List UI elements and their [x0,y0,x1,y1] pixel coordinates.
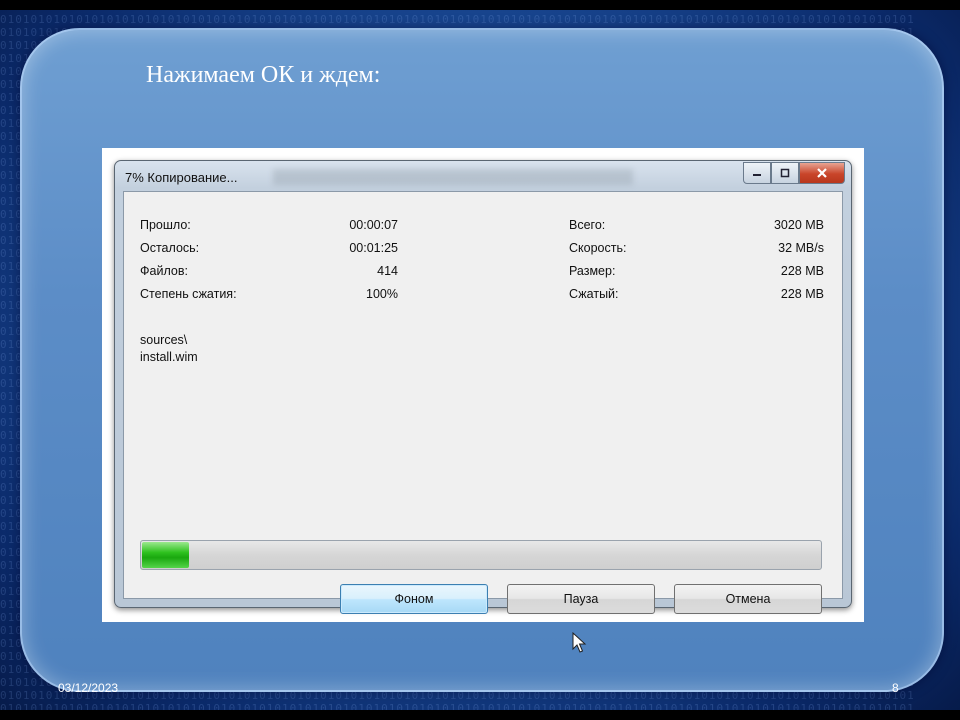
stat-remaining-label: Осталось: [140,241,200,255]
stat-remaining-value: 00:01:25 [349,241,398,255]
stat-files-label: Файлов: [140,264,188,278]
cancel-button[interactable]: Отмена [674,584,822,614]
background-button[interactable]: Фоном [340,584,488,614]
close-icon [817,168,827,178]
screenshot-frame: 7% Копирование... Прошло: 00:00:07 Остал… [102,148,864,653]
top-black-bar [0,0,960,10]
stat-total-value: 3020 MB [773,218,824,232]
mouse-cursor-icon [572,632,587,653]
bottom-black-bar [0,710,960,720]
window-controls [743,162,845,184]
stat-elapsed-value: 00:00:07 [349,218,398,232]
stat-elapsed-label: Прошло: [140,218,191,232]
slide-date: 03/12/2023 [58,681,119,695]
stat-compressed-label: Сжатый: [569,287,619,301]
slide-title: Нажимаем ОК и ждем: [146,62,381,88]
copy-progress-bar [140,540,822,570]
stat-size-value: 228 MB [780,264,824,278]
maximize-button[interactable] [771,162,799,184]
slide-page-number: 8 [892,681,899,695]
stat-compressed-value: 228 MB [780,287,824,301]
current-file: install.wim [140,350,198,364]
blurred-title-area [273,169,633,185]
stat-files-value: 414 [377,264,398,278]
minimize-button[interactable] [743,162,771,184]
dialog-title: 7% Копирование... [125,170,238,185]
close-button[interactable] [799,162,845,184]
stat-speed-label: Скорость: [569,241,627,255]
dialog-client-area: Прошло: 00:00:07 Осталось: 00:01:25 Файл… [123,191,843,653]
stat-compression-value: 100% [366,287,398,301]
copy-dialog-window: 7% Копирование... Прошло: 00:00:07 Остал… [114,160,852,653]
stat-speed-value: 32 MB/s [778,241,824,255]
minimize-icon [753,174,761,176]
pause-button[interactable]: Пауза [507,584,655,614]
stat-compression-label: Степень сжатия: [140,287,237,301]
stat-total-label: Всего: [569,218,606,232]
progress-fill [142,542,190,568]
maximize-icon [780,168,790,178]
current-folder: sources\ [140,333,188,347]
stat-size-label: Размер: [569,264,616,278]
